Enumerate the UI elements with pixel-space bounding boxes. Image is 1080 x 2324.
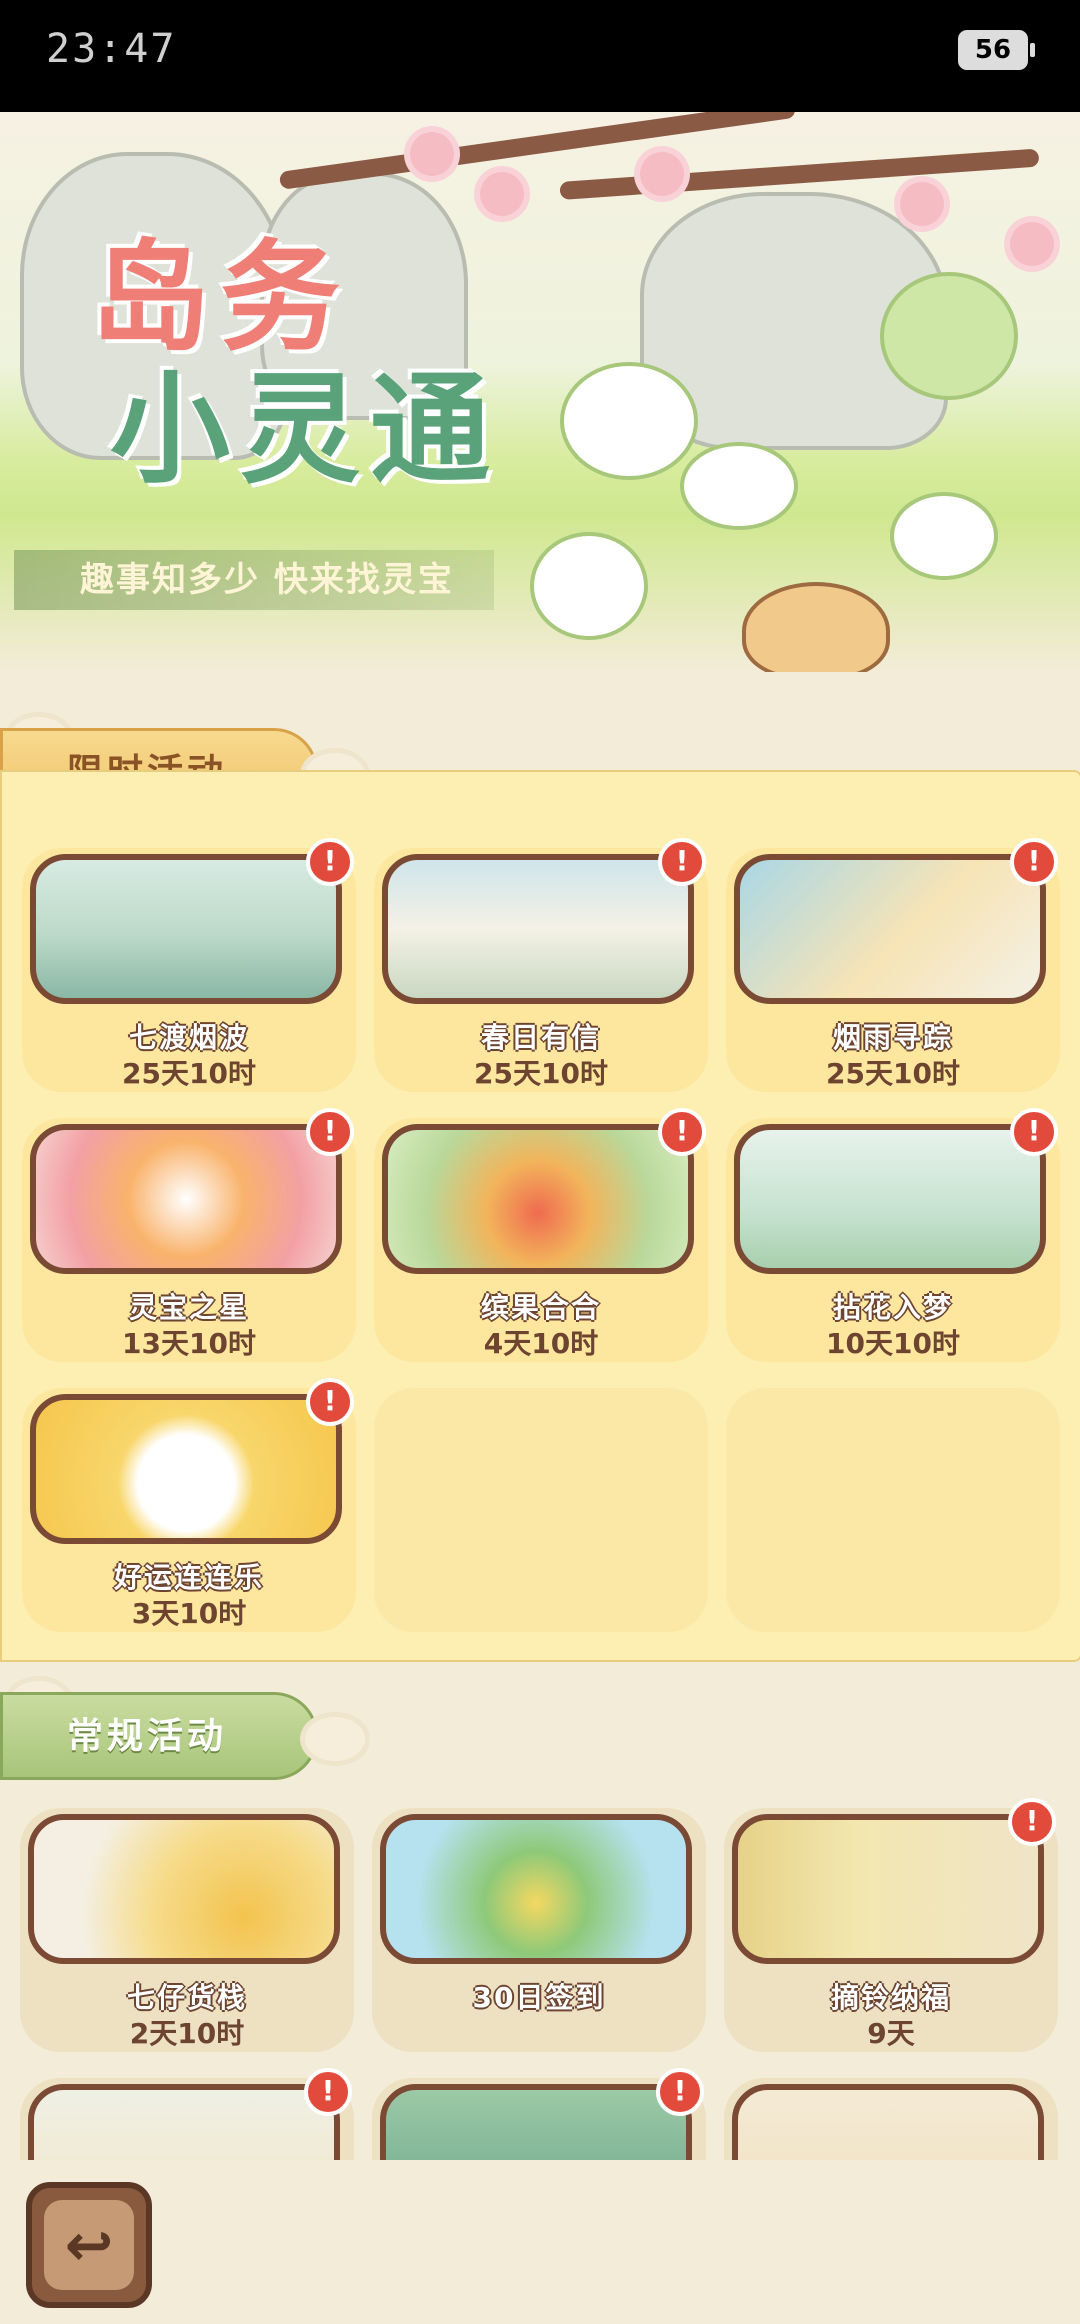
activity-thumbnail [734,1124,1046,1274]
clock: 23:47 [46,26,177,72]
section-title-regular: 常规活动 [0,1692,318,1780]
empty-card-slot [726,1388,1060,1632]
alert-badge-icon: ! [306,1108,354,1156]
alert-badge-icon: ! [1010,1108,1058,1156]
alert-badge-icon: ! [1008,1798,1056,1846]
activity-name: 烟雨寻踪 [832,1021,953,1054]
activity-name: 摘铃纳福 [830,1981,951,2014]
activity-thumbnail [380,1814,692,1964]
activity-remaining-time: 3天10时 [131,1597,247,1630]
event-banner: 岛务 小灵通 趣事知多少 快来找灵宝 [0,112,1080,672]
sprout-character [680,442,798,530]
banner-title-line1: 岛务 [90,227,350,368]
activity-name: 灵宝之星 [128,1291,249,1324]
alert-badge-icon: ! [1010,838,1058,886]
activity-card-yanyu[interactable]: ! 烟雨寻踪 25天10时 [726,838,1060,1092]
activity-thumbnail [28,1814,340,1964]
activity-remaining-time: 25天10时 [826,1057,960,1090]
activity-remaining-time: 4天10时 [483,1327,599,1360]
activity-name: 好运连连乐 [113,1561,264,1594]
blossom-decoration [640,152,684,196]
sprout-character [560,362,698,480]
blossom-decoration [900,182,944,226]
alert-badge-icon: ! [658,1108,706,1156]
banner-title-line2: 小灵通 [110,359,500,500]
battery-icon: 56 [958,30,1035,70]
limited-activities-panel: ! 七渡烟波 25天10时 ! 春日有信 25天10时 ! 烟雨寻踪 25天10… [0,770,1080,1662]
bottom-bar [0,2160,1080,2324]
activity-name: 七渡烟波 [128,1021,249,1054]
activity-remaining-time: 10天10时 [826,1327,960,1360]
banner-title: 岛务 小灵通 [90,232,500,496]
activity-thumbnail [732,1814,1044,1964]
cloud-swirl-decoration [300,1712,370,1766]
activity-thumbnail [734,854,1046,1004]
cat-character [742,582,890,672]
status-bar: 23:47 56 [0,0,1080,112]
activity-name: 春日有信 [480,1021,601,1054]
activity-name: 30日签到 [472,1981,606,2014]
blossom-decoration [1010,222,1054,266]
activity-remaining-time: 9天 [867,2017,915,2050]
activity-name: 七仔货栈 [126,1981,247,2014]
alert-badge-icon: ! [658,838,706,886]
activity-card-nianhua[interactable]: ! 拈花入梦 10天10时 [726,1108,1060,1362]
activity-card-zhailing[interactable]: ! 摘铃纳福 9天 [724,1798,1058,2052]
activity-card-binguo[interactable]: ! 缤果合合 4天10时 [374,1108,708,1362]
activity-thumbnail [30,1124,342,1274]
activity-remaining-time: 13天10时 [122,1327,256,1360]
activity-card-lingbao[interactable]: ! 灵宝之星 13天10时 [22,1108,356,1362]
activity-card-signin[interactable]: 30日签到 [372,1808,706,2052]
sprout-character [880,272,1018,400]
banner-slogan: 趣事知多少 快来找灵宝 [14,550,494,610]
empty-card-slot [374,1388,708,1632]
activity-thumbnail [30,854,342,1004]
activity-card-qidu[interactable]: ! 七渡烟波 25天10时 [22,838,356,1092]
activity-remaining-time: 25天10时 [122,1057,256,1090]
alert-badge-icon: ! [656,2068,704,2116]
activity-remaining-time: 25天10时 [474,1057,608,1090]
activity-name: 缤果合合 [480,1291,601,1324]
activity-card-qizai[interactable]: 七仔货栈 2天10时 [20,1808,354,2052]
back-arrow-icon: ↩ [44,2200,134,2290]
alert-badge-icon: ! [304,2068,352,2116]
activity-thumbnail [382,854,694,1004]
activity-thumbnail [382,1124,694,1274]
sprout-character [890,492,998,580]
blossom-decoration [410,132,454,176]
activity-name: 拈花入梦 [832,1291,953,1324]
activity-remaining-time: 2天10时 [129,2017,245,2050]
activity-card-haoyun[interactable]: ! 好运连连乐 3天10时 [22,1378,356,1632]
blossom-decoration [480,172,524,216]
activity-thumbnail [30,1394,342,1544]
sprout-character [530,532,648,640]
activity-card-chunri[interactable]: ! 春日有信 25天10时 [374,838,708,1092]
alert-badge-icon: ! [306,1378,354,1426]
alert-badge-icon: ! [306,838,354,886]
back-button[interactable]: ↩ [26,2182,152,2308]
